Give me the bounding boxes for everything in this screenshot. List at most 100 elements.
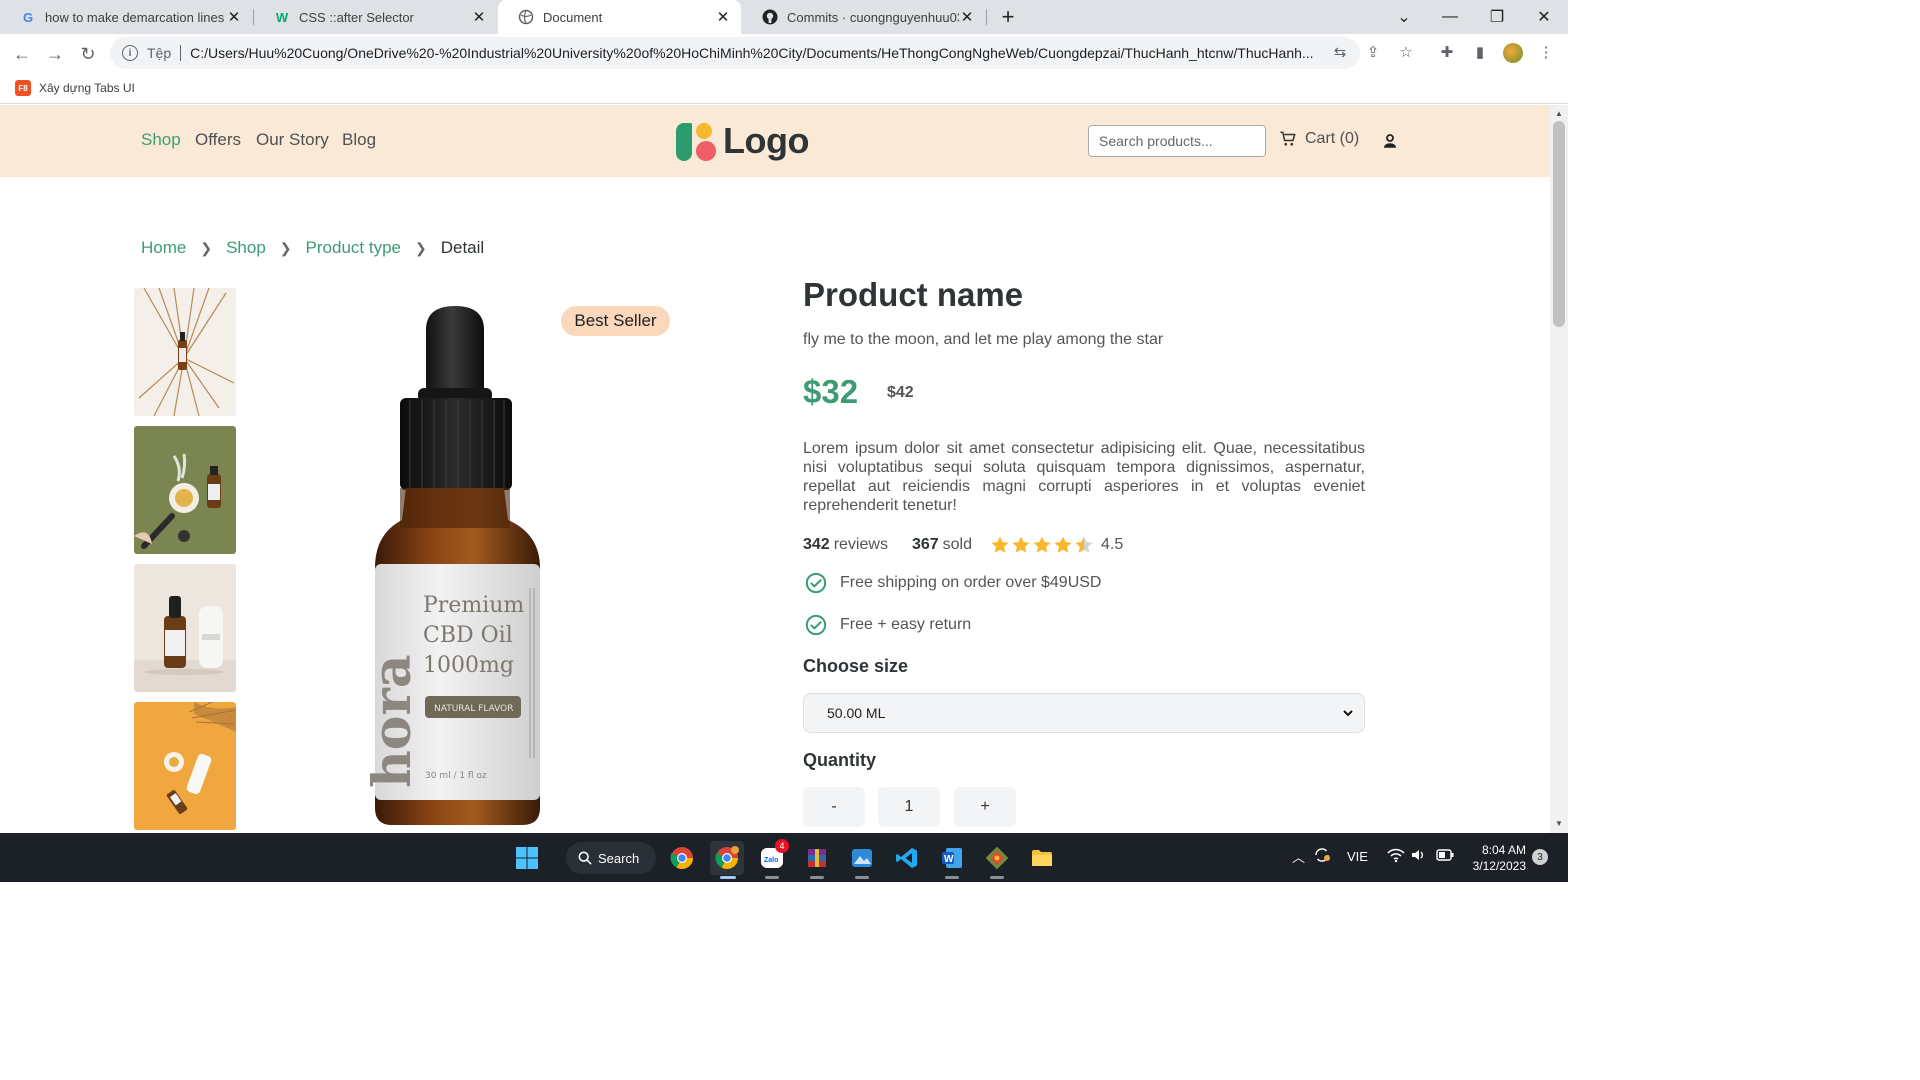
taskbar-search[interactable]: Search xyxy=(566,842,656,874)
nav-blog[interactable]: Blog xyxy=(342,130,376,150)
scroll-down-arrow-icon[interactable]: ▼ xyxy=(1555,819,1563,828)
bottle-brand-text: hora xyxy=(362,654,423,788)
close-icon[interactable]: ✕ xyxy=(959,9,975,26)
share-icon[interactable]: ⇪ xyxy=(1363,42,1383,62)
forward-arrow-icon[interactable]: → xyxy=(42,41,68,67)
more-menu-icon[interactable]: ⋮ xyxy=(1536,42,1556,62)
chrome-icon[interactable] xyxy=(665,841,699,875)
nav-shop[interactable]: Shop xyxy=(141,130,181,150)
zalo-icon[interactable]: Zalo 4 xyxy=(755,839,789,879)
word-icon[interactable]: W xyxy=(935,841,969,879)
bookmarks-bar: F8 Xây dựng Tabs UI xyxy=(0,72,1568,104)
winrar-icon[interactable] xyxy=(800,841,834,879)
perk-free-return: Free + easy return xyxy=(805,614,971,636)
file-explorer-icon[interactable] xyxy=(1025,841,1059,875)
bookmark-item[interactable]: F8 Xây dựng Tabs UI xyxy=(15,80,135,96)
w3schools-icon: W xyxy=(275,9,289,25)
quantity-increase-button[interactable]: + xyxy=(954,787,1016,827)
browser-tab-google[interactable]: G how to make demarcation lines s ✕ xyxy=(0,0,252,34)
reviews-label[interactable]: reviews xyxy=(834,536,888,554)
running-indicator xyxy=(855,876,869,879)
address-bar[interactable]: i Tệp C:/Users/Huu%20Cuong/OneDrive%20-%… xyxy=(110,37,1360,69)
check-circle-icon xyxy=(805,572,827,594)
chevron-right-icon: ❯ xyxy=(279,239,292,256)
perk-label: Free shipping on order over $49USD xyxy=(840,574,1102,591)
close-icon[interactable]: ✕ xyxy=(715,9,731,26)
wifi-icon[interactable] xyxy=(1387,847,1405,866)
profile-avatar[interactable] xyxy=(1503,43,1523,63)
nav-offers[interactable]: Offers xyxy=(195,130,241,150)
best-seller-badge: Best Seller xyxy=(561,306,670,336)
chevron-right-icon: ❯ xyxy=(414,239,427,256)
scroll-up-arrow-icon[interactable]: ▲ xyxy=(1555,109,1563,118)
notification-count-badge[interactable]: 3 xyxy=(1532,849,1548,865)
language-indicator[interactable]: VIE xyxy=(1347,849,1368,864)
vscode-icon[interactable] xyxy=(890,841,924,875)
browser-tab-w3schools[interactable]: W CSS ::after Selector ✕ xyxy=(254,0,497,34)
cart-icon xyxy=(1280,131,1296,146)
cart-button[interactable]: Cart (0) xyxy=(1279,130,1359,148)
browser-tab-document[interactable]: Document ✕ xyxy=(498,0,741,34)
bookmark-star-icon[interactable]: ☆ xyxy=(1396,42,1416,62)
url-text[interactable]: C:/Users/Huu%20Cuong/OneDrive%20-%20Indu… xyxy=(190,45,1330,61)
info-icon[interactable]: i xyxy=(122,45,138,61)
bottle-volume-text: 30 ml / 1 fl oz xyxy=(425,771,487,781)
site-logo[interactable]: Logo xyxy=(676,120,809,162)
product-thumb-orange-flatlay[interactable] xyxy=(134,702,236,830)
user-icon[interactable] xyxy=(1381,132,1399,155)
quantity-value[interactable]: 1 xyxy=(878,787,940,827)
tab-title: Document xyxy=(543,9,603,25)
github-icon xyxy=(762,9,778,25)
page-viewport: Shop Offers Our Story Blog Logo Cart (0)… xyxy=(0,105,1550,833)
tab-title: Commits · cuongnguyenhuu03/T xyxy=(787,9,959,25)
chrome-profile-icon[interactable] xyxy=(710,841,744,879)
product-thumb-dried-grass[interactable] xyxy=(134,288,236,416)
search-input[interactable] xyxy=(1088,125,1266,157)
photos-icon[interactable] xyxy=(845,841,879,879)
browser-tab-github[interactable]: Commits · cuongnguyenhuu03/T ✕ xyxy=(742,0,985,34)
perk-label: Free + easy return xyxy=(840,616,972,633)
tab-search-chevron-icon[interactable]: ⌄ xyxy=(1381,0,1427,34)
windows-start-icon[interactable] xyxy=(510,841,544,875)
git-icon[interactable] xyxy=(980,841,1014,879)
close-icon[interactable]: ✕ xyxy=(471,9,487,26)
show-hidden-icons-chevron-icon[interactable]: ︿ xyxy=(1292,847,1305,866)
tab-title: how to make demarcation lines s xyxy=(45,9,226,25)
breadcrumb-home[interactable]: Home xyxy=(141,238,186,258)
sync-icon[interactable] xyxy=(1313,846,1331,867)
back-arrow-icon[interactable]: ← xyxy=(9,41,35,67)
minimize-icon[interactable]: — xyxy=(1427,0,1473,34)
battery-icon[interactable] xyxy=(1436,848,1454,865)
tab-title: CSS ::after Selector xyxy=(299,9,414,25)
windows-taskbar: Search Zalo 4 W ︿ VIE 8:04 AM 3/12/2023 … xyxy=(0,833,1568,882)
rating-stars xyxy=(990,535,1095,555)
window-close-icon[interactable]: ✕ xyxy=(1521,0,1567,34)
size-select[interactable]: 50.00 ML xyxy=(803,693,1365,733)
side-panel-icon[interactable]: ▮ xyxy=(1470,42,1490,62)
volume-icon[interactable] xyxy=(1410,847,1426,866)
quantity-title: Quantity xyxy=(803,750,877,770)
cart-label: Cart (0) xyxy=(1305,130,1360,147)
perk-free-shipping: Free shipping on order over $49USD xyxy=(805,572,1101,594)
bottle-flavor-text: NATURAL FLAVOR xyxy=(434,704,514,714)
product-thumb-neutral-bottles[interactable] xyxy=(134,564,236,692)
new-tab-button[interactable]: + xyxy=(996,4,1020,29)
quantity-decrease-button[interactable]: - xyxy=(803,787,865,827)
translate-icon[interactable]: ⇆ xyxy=(1330,42,1350,62)
sold-label: sold xyxy=(942,536,972,553)
running-indicator xyxy=(945,876,959,879)
scrollbar-thumb[interactable] xyxy=(1553,121,1565,327)
product-thumb-green-flatlay[interactable] xyxy=(134,426,236,554)
star-icon xyxy=(1075,536,1093,553)
reload-icon[interactable]: ↻ xyxy=(75,41,101,67)
close-icon[interactable]: ✕ xyxy=(226,9,242,26)
product-old-price: $42 xyxy=(887,384,914,401)
tab-separator xyxy=(986,9,987,25)
nav-our-story[interactable]: Our Story xyxy=(256,130,329,150)
taskbar-clock[interactable]: 8:04 AM 3/12/2023 xyxy=(1468,842,1526,874)
breadcrumb-product-type[interactable]: Product type xyxy=(306,238,401,258)
page-scrollbar[interactable]: ▲ ▼ xyxy=(1550,105,1568,833)
breadcrumb-shop[interactable]: Shop xyxy=(226,238,266,258)
extensions-icon[interactable]: ✚ xyxy=(1437,42,1457,62)
restore-icon[interactable]: ❐ xyxy=(1474,0,1520,34)
